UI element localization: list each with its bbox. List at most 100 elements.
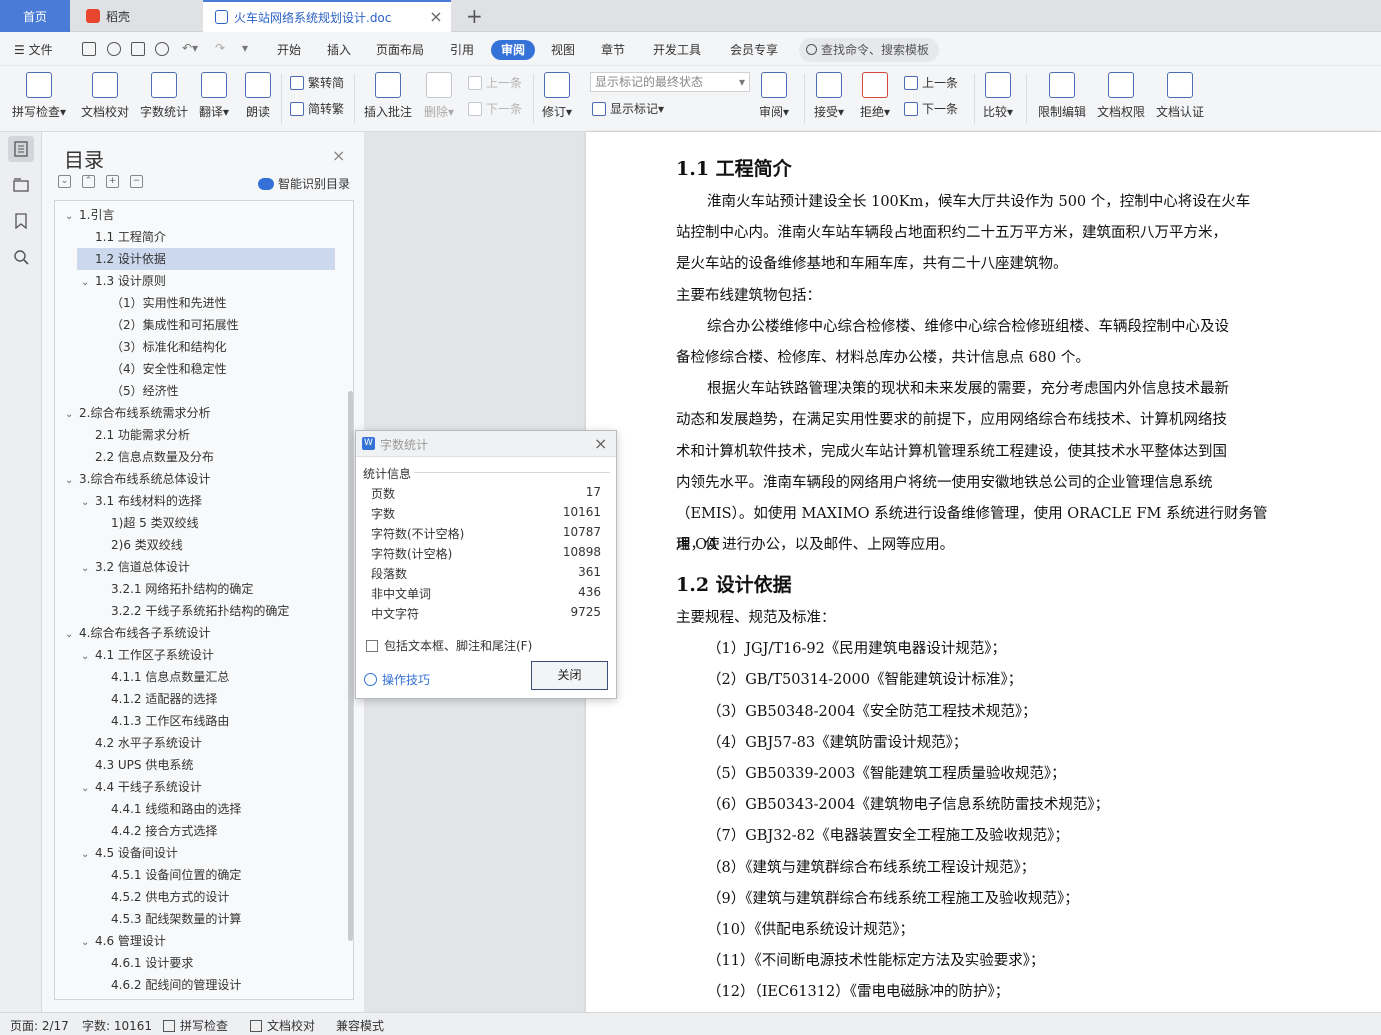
toc-item[interactable]: 4.1.1 信息点数量汇总 bbox=[97, 666, 229, 688]
chevron-down-icon[interactable]: ⌄ bbox=[81, 558, 95, 580]
chevron-down-icon[interactable]: ⌄ bbox=[81, 844, 95, 866]
toc-item[interactable]: 2.2 信息点数量及分布 bbox=[81, 446, 214, 468]
toc-item[interactable]: 3.2.1 网络拓扑结构的确定 bbox=[97, 578, 253, 600]
chevron-down-icon[interactable]: ⌄ bbox=[81, 932, 95, 954]
doc-proof-button[interactable]: 文档校对 bbox=[81, 70, 129, 120]
remove-heading-icon[interactable]: − bbox=[130, 175, 143, 188]
proof-status[interactable]: 文档校对 bbox=[250, 1017, 315, 1034]
toc-item[interactable]: 1.1 工程简介 bbox=[81, 226, 166, 248]
smart-toc-button[interactable]: 智能识别目录 bbox=[258, 175, 350, 192]
accept-button[interactable]: 接受▾ bbox=[814, 70, 844, 120]
delete-comment-button[interactable]: 删除▾ bbox=[424, 70, 454, 120]
toc-item[interactable]: ⌄ 4.6 管理设计 bbox=[81, 930, 166, 952]
toc-item[interactable]: ⌄ 3.综合布线系统总体设计 bbox=[65, 468, 210, 490]
toc-item[interactable]: ⌄ 4.4 干线子系统设计 bbox=[81, 776, 202, 798]
prev-change-button[interactable]: 上一条 bbox=[904, 74, 958, 91]
spell-check-button[interactable]: 拼写检查▾ bbox=[12, 70, 66, 120]
chevron-down-icon[interactable]: ⌄ bbox=[65, 206, 79, 228]
prev-comment-button[interactable]: 上一条 bbox=[468, 74, 522, 91]
toc-item[interactable]: 1.2 设计依据 bbox=[77, 248, 335, 270]
file-menu[interactable]: ☰ 文件 bbox=[14, 41, 53, 58]
dialog-close-icon[interactable]: × bbox=[594, 434, 607, 453]
tab-home[interactable]: 首页 bbox=[0, 0, 70, 32]
trad-to-simp-button[interactable]: 繁转简 bbox=[290, 74, 344, 91]
chevron-down-icon[interactable]: ⌄ bbox=[81, 492, 95, 514]
toc-close-icon[interactable]: × bbox=[332, 146, 345, 165]
word-count-button[interactable]: 字数统计 bbox=[140, 70, 188, 120]
redo-icon[interactable]: ↷ bbox=[215, 41, 225, 55]
find-icon[interactable] bbox=[8, 244, 34, 270]
toc-item[interactable]: （3）标准化和结构化 bbox=[97, 336, 227, 358]
chapter-nav-icon[interactable] bbox=[8, 172, 34, 198]
markup-mode-select[interactable]: 显示标记的最终状态 bbox=[590, 72, 750, 92]
toc-item[interactable]: 4.3 UPS 供电系统 bbox=[81, 754, 193, 776]
toc-item[interactable]: 4.5.3 配线架数量的计算 bbox=[97, 908, 241, 930]
toc-item[interactable]: ⌄ 1.3 设计原则 bbox=[81, 270, 166, 292]
review-button[interactable]: 审阅▾ bbox=[759, 70, 789, 120]
close-button[interactable]: 关闭 bbox=[531, 661, 608, 690]
chevron-down-icon[interactable]: ⌄ bbox=[65, 624, 79, 646]
menu-chapter[interactable]: 章节 bbox=[601, 41, 625, 58]
toc-item[interactable]: 4.4.1 线缆和路由的选择 bbox=[97, 798, 241, 820]
toc-item[interactable]: 4.4.2 接合方式选择 bbox=[97, 820, 217, 842]
collapse-all-icon[interactable]: ⌄ bbox=[58, 175, 71, 188]
toc-item[interactable]: ⌄ 3.2 信道总体设计 bbox=[81, 556, 190, 578]
toc-item[interactable]: 4.2 水平子系统设计 bbox=[81, 732, 202, 754]
chevron-down-icon[interactable]: ⌄ bbox=[65, 404, 79, 426]
chevron-down-icon[interactable]: ⌄ bbox=[65, 470, 79, 492]
doc-cert-button[interactable]: 文档认证 bbox=[1156, 70, 1204, 120]
tab-close-icon[interactable]: × bbox=[429, 9, 443, 25]
tab-document[interactable]: 火车站网络系统规划设计.doc × bbox=[203, 0, 451, 32]
menu-reference[interactable]: 引用 bbox=[450, 41, 474, 58]
menu-start[interactable]: 开始 bbox=[277, 41, 301, 58]
track-changes-button[interactable]: 修订▾ bbox=[542, 70, 572, 120]
translate-button[interactable]: 翻译▾ bbox=[199, 70, 229, 120]
doc-rights-button[interactable]: 文档权限 bbox=[1097, 70, 1145, 120]
toc-item[interactable]: 1)超 5 类双绞线 bbox=[97, 512, 199, 534]
new-tab-icon[interactable]: + bbox=[466, 4, 483, 28]
toc-item[interactable]: ⌄ 1.引言 bbox=[65, 204, 114, 226]
toc-item[interactable]: 4.1.2 适配器的选择 bbox=[97, 688, 217, 710]
save-icon[interactable] bbox=[82, 42, 96, 56]
menu-layout[interactable]: 页面布局 bbox=[376, 41, 424, 58]
read-aloud-button[interactable]: 朗读 bbox=[245, 70, 271, 120]
command-search[interactable]: 查找命令、搜索模板 bbox=[799, 38, 939, 62]
toc-item[interactable]: 4.5.1 设备间位置的确定 bbox=[97, 864, 241, 886]
expand-all-icon[interactable]: ⌃ bbox=[82, 175, 95, 188]
toc-item[interactable]: 3.2.2 干线子系统拓扑结构的确定 bbox=[97, 600, 289, 622]
simp-to-trad-button[interactable]: 简转繁 bbox=[290, 100, 344, 117]
chevron-down-icon[interactable]: ⌄ bbox=[81, 778, 95, 800]
toc-item[interactable]: 4.6.1 设计要求 bbox=[97, 952, 193, 974]
insert-comment-button[interactable]: 插入批注 bbox=[364, 70, 412, 120]
bookmark-icon[interactable] bbox=[8, 208, 34, 234]
menu-insert[interactable]: 插入 bbox=[327, 41, 351, 58]
next-comment-button[interactable]: 下一条 bbox=[468, 100, 522, 117]
reject-button[interactable]: 拒绝▾ bbox=[860, 70, 890, 120]
toc-item[interactable]: （4）安全性和稳定性 bbox=[97, 358, 227, 380]
chevron-down-icon[interactable]: ⌄ bbox=[81, 646, 95, 668]
menu-view[interactable]: 视图 bbox=[551, 41, 575, 58]
toc-item[interactable]: ⌄ 4.1 工作区子系统设计 bbox=[81, 644, 214, 666]
chevron-down-icon[interactable]: ⌄ bbox=[81, 272, 95, 294]
export-icon[interactable] bbox=[107, 42, 121, 56]
tips-link[interactable]: 操作技巧 bbox=[364, 671, 430, 688]
toc-item[interactable]: （1）实用性和先进性 bbox=[97, 292, 227, 314]
toc-item[interactable]: ⌄ 2.综合布线系统需求分析 bbox=[65, 402, 210, 424]
toc-item[interactable]: ⌄ 3.1 布线材料的选择 bbox=[81, 490, 202, 512]
add-heading-icon[interactable]: + bbox=[106, 175, 119, 188]
customize-icon[interactable]: ▾ bbox=[242, 41, 248, 55]
page-indicator[interactable]: 页面: 2/17 bbox=[10, 1017, 69, 1034]
toc-scrollbar[interactable] bbox=[348, 391, 353, 941]
toc-item[interactable]: 4.6.2 配线间的管理设计 bbox=[97, 974, 241, 996]
include-textbox-checkbox[interactable]: 包括文本框、脚注和尾注(F) bbox=[366, 637, 532, 654]
toc-item[interactable]: 2.1 功能需求分析 bbox=[81, 424, 190, 446]
tab-wps[interactable]: 稻壳 bbox=[72, 0, 200, 32]
compare-button[interactable]: 比较▾ bbox=[983, 70, 1013, 120]
toc-item[interactable]: （2）集成性和可拓展性 bbox=[97, 314, 239, 336]
toc-icon[interactable] bbox=[8, 136, 34, 162]
print-preview-icon[interactable] bbox=[155, 42, 169, 56]
toc-item[interactable]: 4.5.2 供电方式的设计 bbox=[97, 886, 229, 908]
toc-item[interactable]: ⌄ 4.综合布线各子系统设计 bbox=[65, 622, 210, 644]
menu-review[interactable]: 审阅 bbox=[491, 40, 535, 60]
restrict-edit-button[interactable]: 限制编辑 bbox=[1038, 70, 1086, 120]
